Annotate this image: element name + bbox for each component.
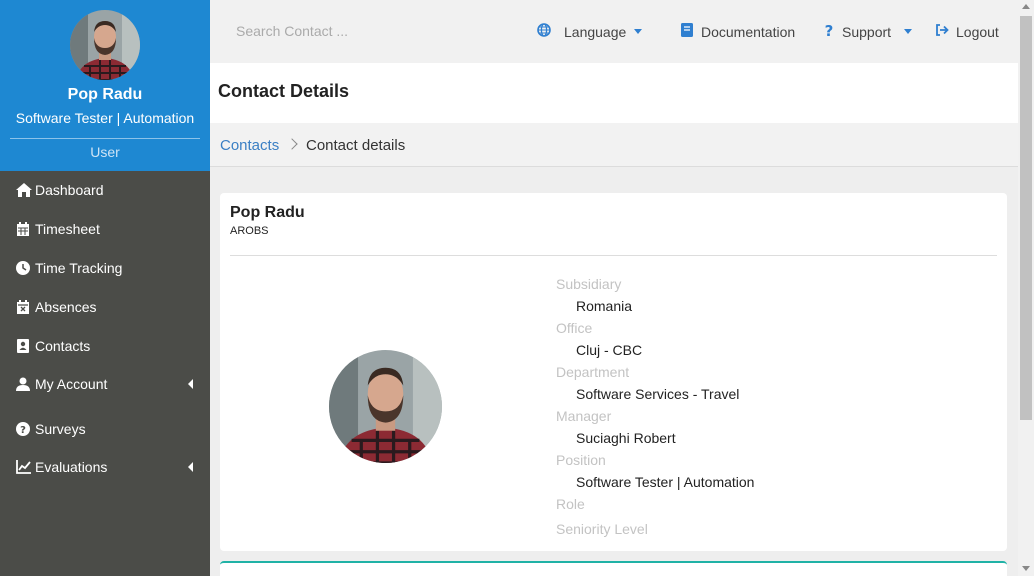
- sidebar-item-label: Contacts: [35, 338, 91, 354]
- sidebar-item-label: My Account: [35, 376, 108, 392]
- profile-name: Pop Radu: [67, 86, 143, 103]
- manager-label: Manager: [556, 408, 612, 424]
- scrollbar[interactable]: [1018, 0, 1034, 576]
- documentation-label: Documentation: [701, 24, 796, 40]
- line-chart-icon: [16, 460, 31, 474]
- documentation-link[interactable]: Documentation: [681, 22, 801, 42]
- language-label: Language: [564, 24, 627, 40]
- logout-label: Logout: [956, 24, 999, 40]
- sidebar-item-label: Absences: [35, 299, 97, 315]
- office-label: Office: [556, 320, 593, 336]
- sidebar-item-label: Surveys: [35, 421, 86, 437]
- card-divider: [230, 255, 997, 256]
- department-label: Department: [556, 364, 630, 380]
- contact-card: Pop Radu AROBS Subsidiary Romania Office…: [220, 193, 1007, 551]
- logout-button[interactable]: Logout: [935, 22, 1005, 42]
- profile-panel: Pop Radu Software Tester | Automation Us…: [0, 0, 210, 171]
- profile-user-type: User: [90, 144, 120, 160]
- scroll-down-icon[interactable]: [1022, 566, 1030, 571]
- home-icon: [16, 183, 32, 197]
- contact-name: Pop Radu: [230, 204, 305, 221]
- sidebar-item-evaluations[interactable]: Evaluations: [0, 448, 210, 486]
- sidebar: Pop Radu Software Tester | Automation Us…: [0, 0, 210, 576]
- svg-text:?: ?: [20, 425, 26, 436]
- caret-down-icon: [634, 29, 642, 34]
- breadcrumb-current: Contact details: [306, 137, 406, 154]
- support-dropdown[interactable]: ? Support: [823, 22, 915, 42]
- contact-company: AROBS: [230, 225, 269, 237]
- sidebar-item-time-tracking[interactable]: Time Tracking: [0, 249, 210, 287]
- page-title: Contact Details: [218, 81, 350, 101]
- manager-value: Suciaghi Robert: [576, 430, 676, 446]
- top-bar: Language Documentation ? Support Logout: [210, 0, 1018, 63]
- avatar: [70, 10, 140, 80]
- subsidiary-value: Romania: [576, 298, 633, 314]
- sidebar-item-surveys[interactable]: ? Surveys: [0, 410, 210, 448]
- search-input[interactable]: [236, 20, 436, 42]
- breadcrumb-contacts-link[interactable]: Contacts: [220, 137, 279, 154]
- sidebar-item-contacts[interactable]: Contacts: [0, 327, 210, 365]
- office-value: Cluj - CBC: [576, 342, 643, 358]
- svg-text:?: ?: [825, 23, 834, 38]
- clock-icon: [16, 261, 30, 275]
- support-label: Support: [842, 24, 892, 40]
- question-circle-icon: ?: [16, 422, 30, 436]
- sidebar-item-label: Time Tracking: [35, 260, 123, 276]
- calendar-icon: [16, 222, 30, 236]
- caret-left-icon: [188, 462, 193, 472]
- user-icon: [16, 377, 30, 391]
- book-icon: [681, 23, 695, 37]
- sidebar-item-label: Evaluations: [35, 459, 108, 475]
- sidebar-item-absences[interactable]: Absences: [0, 288, 210, 326]
- breadcrumb: Contacts Contact details: [210, 123, 1018, 167]
- language-dropdown[interactable]: Language: [537, 22, 647, 42]
- sidebar-item-timesheet[interactable]: Timesheet: [0, 210, 210, 248]
- question-icon: ?: [823, 22, 837, 40]
- position-value: Software Tester | Automation: [576, 474, 755, 490]
- sidebar-item-dashboard[interactable]: Dashboard: [0, 171, 210, 209]
- sidebar-item-label: Dashboard: [35, 182, 104, 198]
- position-label: Position: [556, 452, 606, 468]
- role-label: Role: [556, 496, 585, 512]
- sidebar-item-label: Timesheet: [35, 221, 100, 237]
- chevron-right-icon: [286, 138, 298, 150]
- calendar-x-icon: [16, 300, 30, 314]
- contact-photo: [329, 350, 442, 463]
- page-header: Contact Details: [210, 63, 1018, 123]
- subsidiary-label: Subsidiary: [556, 276, 622, 292]
- address-book-icon: [16, 339, 30, 353]
- seniority-label: Seniority Level: [556, 521, 648, 537]
- scroll-up-icon[interactable]: [1022, 4, 1030, 9]
- profile-role: Software Tester | Automation: [15, 110, 195, 126]
- secondary-card: [220, 561, 1007, 576]
- sidebar-item-my-account[interactable]: My Account: [0, 365, 210, 403]
- globe-icon: [537, 23, 551, 37]
- profile-divider: [10, 138, 200, 139]
- sign-out-icon: [935, 23, 949, 37]
- department-value: Software Services - Travel: [576, 386, 740, 402]
- caret-down-icon: [904, 29, 912, 34]
- scrollbar-thumb[interactable]: [1020, 16, 1032, 420]
- caret-left-icon: [188, 379, 193, 389]
